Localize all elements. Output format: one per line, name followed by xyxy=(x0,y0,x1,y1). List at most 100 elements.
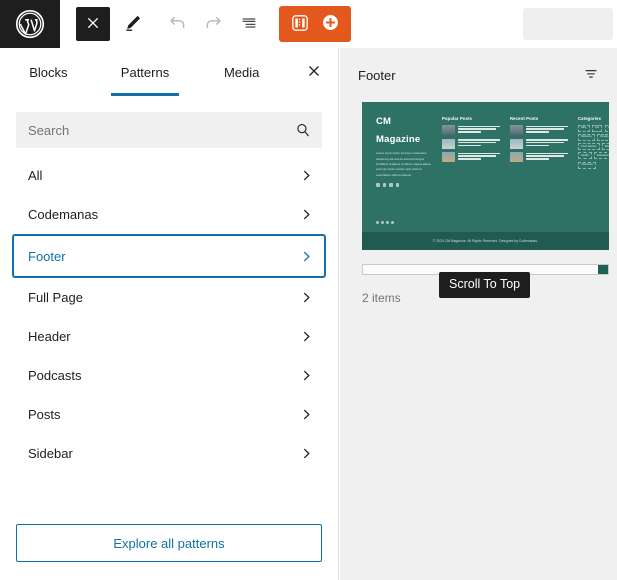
undo-arrow-icon xyxy=(167,12,188,36)
preview-header: Footer xyxy=(340,48,617,102)
tab-media-label: Media xyxy=(223,64,260,80)
chevron-right-icon xyxy=(299,207,314,222)
category-tag-list: Blog Life Travel Technology Business Des… xyxy=(578,125,609,169)
redo-arrow-icon xyxy=(203,12,224,36)
tab-blocks[interactable]: Blocks xyxy=(0,48,97,96)
post-title-lines xyxy=(457,139,500,149)
post-title-lines xyxy=(525,152,568,162)
pattern-copyright-bar: © 2024 CM Magazine. All Rights Reserved.… xyxy=(362,232,609,250)
pencil-edit-icon xyxy=(123,13,143,36)
post-title-lines xyxy=(525,139,568,149)
pattern-column-recent-posts: Recent Posts xyxy=(510,116,568,212)
post-thumbnail xyxy=(510,138,523,149)
close-panel-button[interactable] xyxy=(290,48,338,96)
category-tag: Business xyxy=(578,134,595,142)
category-tag: Health xyxy=(578,152,592,160)
search-container xyxy=(0,96,338,156)
filter-button[interactable] xyxy=(581,65,601,85)
pattern-plugin-toolbar xyxy=(279,6,351,42)
category-item-all[interactable]: All xyxy=(12,156,326,195)
post-thumbnail xyxy=(442,152,455,162)
scroll-to-top-tooltip: Scroll To Top xyxy=(439,272,531,298)
column-title: Popular Posts xyxy=(442,116,473,121)
post-thumbnail xyxy=(442,138,455,149)
add-pattern-button[interactable] xyxy=(315,9,345,39)
post-item xyxy=(442,152,500,162)
pattern-preview-card[interactable]: CM Magazine Lorem ipsum dolor sit amet c… xyxy=(362,102,609,250)
category-label: Full Page xyxy=(28,290,83,305)
search-icon xyxy=(294,121,312,139)
post-item xyxy=(510,125,568,135)
category-item-footer[interactable]: Footer xyxy=(12,234,326,278)
post-thumbnail xyxy=(442,125,455,135)
post-title-lines xyxy=(525,125,568,135)
category-label: Podcasts xyxy=(28,368,82,383)
pattern-column-popular-posts: Popular Posts xyxy=(442,116,500,212)
category-item-podcasts[interactable]: Podcasts xyxy=(12,356,326,395)
chevron-right-icon xyxy=(299,249,314,264)
pattern-library-button[interactable] xyxy=(285,9,315,39)
dot xyxy=(376,221,379,224)
chevron-right-icon xyxy=(299,368,314,383)
category-tag: Blog xyxy=(578,125,590,132)
tab-media[interactable]: Media xyxy=(193,48,290,96)
preview-title: Footer xyxy=(358,67,396,83)
pattern-library-icon xyxy=(290,13,310,36)
social-icon-twitter xyxy=(382,183,386,187)
category-tag: Marketing xyxy=(601,143,609,151)
dot xyxy=(381,221,384,224)
post-thumbnail xyxy=(510,125,523,135)
chevron-right-icon xyxy=(299,329,314,344)
category-item-codemanas[interactable]: Codemanas xyxy=(12,195,326,234)
close-icon xyxy=(306,63,322,82)
document-overview-button[interactable] xyxy=(231,6,267,42)
block-inserter-panel: Blocks Patterns Media Search All Codeman… xyxy=(0,48,339,580)
category-tag: Food Review xyxy=(578,143,600,151)
scrollbar-thumb[interactable] xyxy=(598,265,608,274)
post-item xyxy=(442,138,500,149)
post-title-lines xyxy=(457,125,500,135)
pattern-brand: CM Magazine Lorem ipsum dolor sit amet c… xyxy=(376,116,432,212)
category-item-sidebar[interactable]: Sidebar xyxy=(12,434,326,473)
brand-line-2: Magazine xyxy=(376,133,421,145)
category-label: Codemanas xyxy=(28,207,99,222)
toolbar-right-placeholder xyxy=(523,8,613,40)
carousel-dots xyxy=(376,221,394,224)
wordpress-logo-icon[interactable] xyxy=(0,0,60,48)
category-item-header[interactable]: Header xyxy=(12,317,326,356)
edit-mode-button[interactable] xyxy=(115,6,151,42)
category-tag: Travel xyxy=(604,125,609,132)
explore-all-patterns-button[interactable]: Explore all patterns xyxy=(16,524,322,562)
column-title: Recent Posts xyxy=(510,116,539,121)
tab-patterns[interactable]: Patterns xyxy=(97,48,194,96)
category-label: Footer xyxy=(28,248,66,264)
search-input[interactable] xyxy=(28,122,294,138)
social-icons xyxy=(376,183,432,187)
chevron-right-icon xyxy=(299,168,314,183)
close-inserter-button[interactable] xyxy=(76,7,110,41)
editor-toolbar xyxy=(0,0,617,48)
category-tag: Life xyxy=(591,125,603,132)
post-title-lines xyxy=(457,152,500,162)
undo-button[interactable] xyxy=(159,6,195,42)
post-item xyxy=(510,138,568,149)
brand-description: Lorem ipsum dolor sit amet consectetur a… xyxy=(376,151,431,177)
copyright-text: © 2024 CM Magazine. All Rights Reserved.… xyxy=(432,239,539,243)
category-item-posts[interactable]: Posts xyxy=(12,395,326,434)
redo-button[interactable] xyxy=(195,6,231,42)
close-x-icon xyxy=(85,15,101,34)
category-tag: Interviews xyxy=(578,161,597,169)
post-thumbnail xyxy=(510,152,523,162)
social-icon-facebook xyxy=(376,183,380,187)
document-overview-icon xyxy=(239,13,259,36)
explore-container: Explore all patterns xyxy=(0,512,338,580)
column-title: Categories xyxy=(578,116,602,121)
social-icon-instagram xyxy=(389,183,393,187)
post-item xyxy=(510,152,568,162)
filter-icon xyxy=(583,66,599,85)
inserter-tabs: Blocks Patterns Media xyxy=(0,48,338,96)
search-box[interactable] xyxy=(16,112,322,148)
category-item-full-page[interactable]: Full Page xyxy=(12,278,326,317)
dot xyxy=(386,221,389,224)
pattern-category-list: All Codemanas Footer Full Page Header Po… xyxy=(0,156,338,512)
